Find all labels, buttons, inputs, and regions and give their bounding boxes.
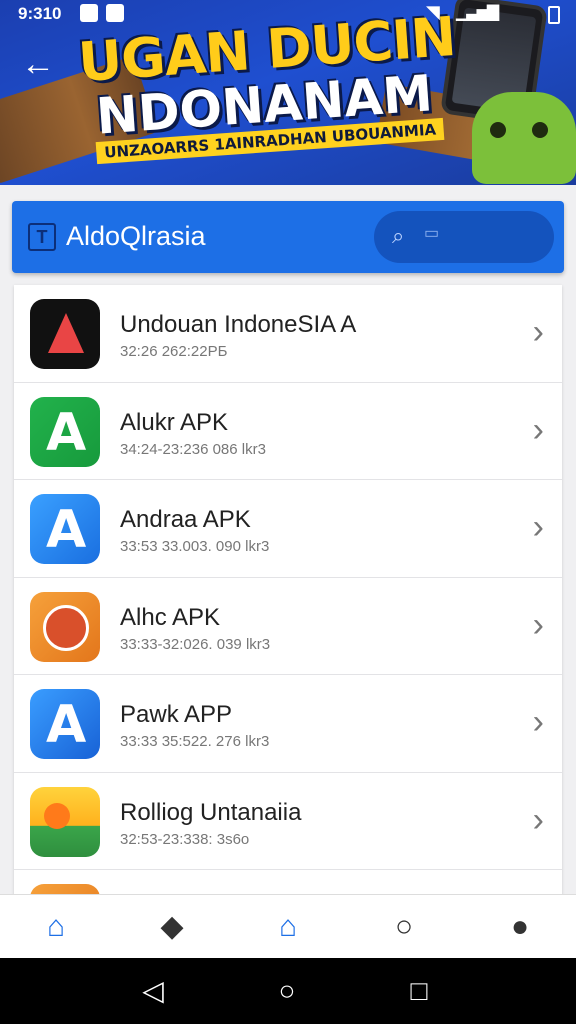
item-meta: 33:33-32:026. 039 lkr3 xyxy=(120,635,271,653)
list-item[interactable]: Alukr APK 34:24-23:236 086 lkr3 › xyxy=(14,383,562,480)
notification-icon xyxy=(80,4,98,22)
app-title: AldoQlrasia xyxy=(66,221,206,251)
battery-icon xyxy=(548,6,560,24)
header-banner: UGAN DUCIN NDONANAM UNZAOARRS 1AINRADHAN… xyxy=(0,0,576,185)
list-item[interactable]: Alhc APK 33:33-32:026. 039 lkr3 › xyxy=(14,578,562,675)
list-item[interactable]: Pawk APP 33:33 35:522. 276 lkr3 › xyxy=(14,675,562,773)
item-name: Alhc APK xyxy=(120,603,221,631)
chevron-right-icon: › xyxy=(532,508,544,546)
system-navigation-bar: ◁ ○ □ xyxy=(0,958,576,1024)
chevron-right-icon: › xyxy=(532,313,544,351)
blue-a2-icon xyxy=(30,689,100,759)
item-meta: 34:24-23:236 086 lkr3 xyxy=(120,440,266,458)
app-logo-icon: T xyxy=(28,223,56,251)
item-meta: 33:53 33.003. 090 lkr3 xyxy=(120,538,270,555)
item-name: Alukr APK xyxy=(120,408,229,436)
chevron-right-icon: › xyxy=(532,605,544,644)
item-meta: 33:33 35:522. 276 lkr3 xyxy=(120,733,270,750)
list-item[interactable]: Undouan IndoneSIA A 32:26 262:22PБ › xyxy=(14,285,562,383)
status-time: 9:310 xyxy=(18,4,62,23)
list-item[interactable]: Andraa APK 33:53 33.003. 090 lkr3 › xyxy=(14,480,562,578)
search-icon: ⌕ xyxy=(392,223,405,248)
item-name: Rolliog Untanaiia xyxy=(120,798,302,826)
orange-seal-icon xyxy=(30,591,100,662)
chevron-right-icon: › xyxy=(532,703,544,741)
signal-icon: ▁▃▅▇ xyxy=(456,4,499,21)
item-name: Undouan IndoneSIA A xyxy=(120,311,357,338)
android-mascot-icon xyxy=(472,92,576,184)
black-warning-icon xyxy=(30,299,100,369)
sun-landscape-icon xyxy=(30,786,100,857)
list-item[interactable]: Rolliog Untanaiia 32:53-23:338: 3s6o › xyxy=(14,773,562,870)
notification-icon xyxy=(106,4,124,22)
profile-icon[interactable]: ● xyxy=(498,907,542,947)
store-icon[interactable]: ⌂ xyxy=(266,907,310,947)
system-home-icon[interactable]: ○ xyxy=(270,974,304,1008)
green-a-icon xyxy=(30,396,100,467)
home-icon[interactable]: ⌂ xyxy=(34,907,78,947)
item-name: Andraa APK xyxy=(120,506,251,533)
item-meta: 32:53-23:338: 3s6o xyxy=(120,830,250,848)
app-bar: T AldoQlrasia ⌕ ▭ xyxy=(12,201,564,273)
blue-a-icon xyxy=(30,494,100,564)
system-back-icon[interactable]: ◁ xyxy=(136,974,170,1008)
search-placeholder: ▭ xyxy=(424,225,440,242)
item-name: Pawk APP xyxy=(120,701,233,728)
chevron-right-icon: › xyxy=(532,410,544,449)
bottom-navigation: ⌂ ◆ ⌂ ○ ● xyxy=(0,894,576,958)
discover-icon[interactable]: ○ xyxy=(382,907,426,947)
wifi-icon: ◥ xyxy=(426,2,440,22)
app-list: Undouan IndoneSIA A 32:26 262:22PБ › Alu… xyxy=(14,285,562,905)
status-bar: 9:310 ◥ ▁▃▅▇ xyxy=(0,0,576,26)
search-input[interactable]: ⌕ ▭ xyxy=(374,211,554,263)
chevron-right-icon: › xyxy=(532,800,544,839)
system-recents-icon[interactable]: □ xyxy=(402,974,436,1008)
back-arrow-icon[interactable]: ← xyxy=(18,44,58,84)
app-screen: UGAN DUCIN NDONANAM UNZAOARRS 1AINRADHAN… xyxy=(0,0,576,1024)
item-meta: 32:26 262:22PБ xyxy=(120,343,228,360)
games-icon[interactable]: ◆ xyxy=(150,907,194,947)
